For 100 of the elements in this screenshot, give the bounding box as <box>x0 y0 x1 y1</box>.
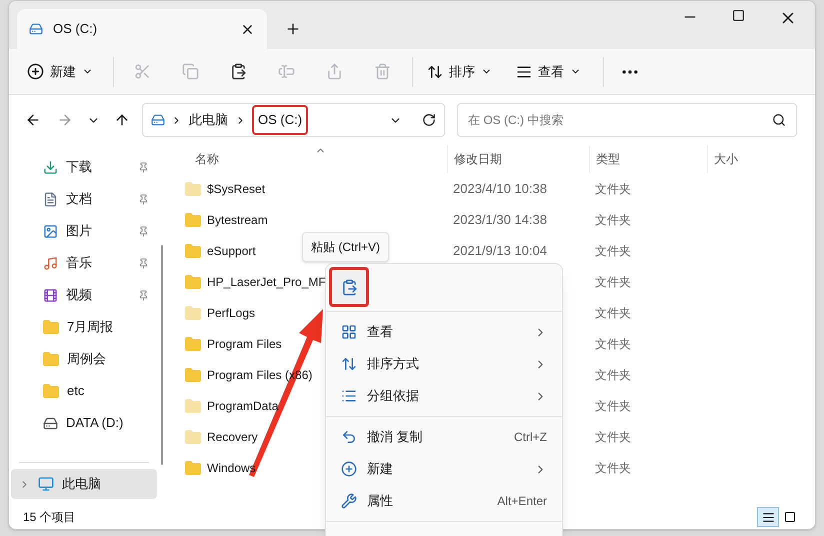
tooltip: 粘贴 (Ctrl+V) <box>302 232 389 262</box>
scrollbar[interactable] <box>161 245 163 465</box>
column-header[interactable]: 大小 <box>707 145 797 173</box>
sidebar-item[interactable]: 下载 <box>9 151 159 183</box>
menu-label: 排序方式 <box>367 355 420 374</box>
plus-circle-icon <box>341 461 357 477</box>
sidebar-item[interactable]: 文档 <box>9 183 159 215</box>
list-icon <box>341 388 357 404</box>
file-type: 文件夹 <box>595 274 631 288</box>
shortcut-text: Alt+Enter <box>497 493 547 510</box>
music-icon <box>43 256 58 270</box>
sidebar-label: 7月周报 <box>67 318 114 336</box>
menu-item[interactable]: 分组依据 <box>329 380 559 412</box>
view-button[interactable]: 查看 <box>500 62 597 82</box>
sidebar-item[interactable]: 视频 <box>9 279 159 311</box>
download-icon <box>43 160 58 174</box>
file-name: ProgramData <box>207 398 278 414</box>
file-type: 文件夹 <box>595 398 631 412</box>
menu-item[interactable]: 排序方式 <box>329 348 559 380</box>
folder-icon <box>43 320 59 334</box>
paste-icon <box>340 278 358 296</box>
menu-item[interactable]: 新建 <box>329 453 559 485</box>
file-name: $SysReset <box>207 180 266 198</box>
sidebar-label: etc <box>67 382 86 400</box>
modified-date: 2023/1/30 14:38 <box>453 212 547 227</box>
share-icon <box>326 63 342 80</box>
column-header[interactable]: 名称 <box>185 145 447 173</box>
file-name: Bytestream <box>207 212 268 228</box>
file-type: 文件夹 <box>595 430 631 444</box>
sort-icon <box>427 64 443 80</box>
file-name: HP_LaserJet_Pro_MF <box>207 274 326 290</box>
file-type: 文件夹 <box>595 244 631 258</box>
folder-icon <box>43 384 59 398</box>
sidebar-item[interactable]: 音乐 <box>9 247 159 279</box>
new-tab-icon[interactable] <box>285 21 301 37</box>
file-type: 文件夹 <box>595 212 631 226</box>
drive-icon <box>43 416 58 430</box>
sort-icon <box>341 356 357 372</box>
search-input[interactable]: 在 OS (C:) 中搜索 <box>468 111 772 129</box>
square-icon <box>784 511 796 523</box>
copy-icon <box>182 63 198 80</box>
modified-date: 2021/9/13 10:04 <box>453 242 547 258</box>
drive-icon <box>151 113 165 127</box>
menu-item[interactable]: 属性 Alt+Enter <box>329 485 559 517</box>
drive-icon <box>29 22 43 36</box>
refresh-icon[interactable] <box>422 113 436 127</box>
menu-label: 查看 <box>367 323 394 342</box>
forward-icon[interactable] <box>57 112 73 128</box>
cut-icon <box>134 63 150 80</box>
menu-item[interactable]: 撤消 复制 Ctrl+Z <box>329 421 559 453</box>
sidebar-item[interactable]: etc <box>9 375 159 407</box>
search-field[interactable]: 在 OS (C:) 中搜索 <box>457 103 797 137</box>
paste-icon <box>230 63 246 80</box>
column-header[interactable]: 修改日期 <box>447 145 589 173</box>
sidebar-label: 音乐 <box>66 254 93 272</box>
file-type: 文件夹 <box>595 460 631 474</box>
sidebar-label: 图片 <box>66 222 93 240</box>
up-icon[interactable] <box>114 112 130 128</box>
tab-title: OS (C:) <box>53 20 98 38</box>
menu-label: 分组依据 <box>367 387 420 406</box>
modified-date: 2023/4/10 10:38 <box>453 180 547 196</box>
sidebar-label: 文档 <box>66 190 93 208</box>
picture-icon <box>43 224 58 238</box>
sidebar-item[interactable]: 周例会 <box>9 343 159 375</box>
address-bar[interactable]: 此电脑 OS (C:) <box>142 103 445 137</box>
wrench-icon <box>341 493 357 509</box>
grid-icon <box>341 324 357 340</box>
rename-icon <box>278 63 294 80</box>
breadcrumb[interactable]: OS (C:) <box>252 105 308 135</box>
sidebar-item[interactable]: 7月周报 <box>9 311 159 343</box>
menu-label: 撤消 复制 <box>367 428 424 446</box>
sidebar-label: DATA (D:) <box>66 414 124 432</box>
sidebar-label: 此电脑 <box>62 475 101 494</box>
sidebar-item[interactable]: DATA (D:) <box>9 407 159 439</box>
back-icon[interactable] <box>25 112 41 128</box>
maximize-icon[interactable] <box>732 9 745 22</box>
file-name: Recovery <box>207 428 258 446</box>
file-name: PerfLogs <box>207 304 256 322</box>
file-type: 文件夹 <box>595 182 631 196</box>
new-button[interactable]: 新建 <box>27 62 109 82</box>
sidebar-item[interactable]: 此电脑 <box>11 469 157 499</box>
details-view-button[interactable] <box>757 507 779 527</box>
sidebar-label: 周例会 <box>67 350 107 368</box>
menu-label: 新建 <box>367 460 394 478</box>
breadcrumb[interactable]: 此电脑 <box>188 110 229 130</box>
sort-button[interactable]: 排序 <box>419 62 500 82</box>
file-type: 文件夹 <box>595 336 631 350</box>
folder-icon <box>43 352 59 366</box>
menu-item[interactable]: 查看 <box>329 316 559 348</box>
sidebar-item[interactable]: 图片 <box>9 215 159 247</box>
file-name: eSupport <box>207 242 256 260</box>
lines-icon <box>516 64 532 80</box>
search-icon <box>772 113 786 127</box>
menu-label: 属性 <box>367 492 394 510</box>
plus-circle-icon <box>27 63 44 80</box>
sidebar-label: 下载 <box>66 158 93 176</box>
column-header[interactable]: 类型 <box>589 145 707 173</box>
window-tab[interactable]: OS (C:) <box>17 9 267 49</box>
monitor-icon <box>38 476 54 492</box>
undo-icon <box>341 429 357 445</box>
